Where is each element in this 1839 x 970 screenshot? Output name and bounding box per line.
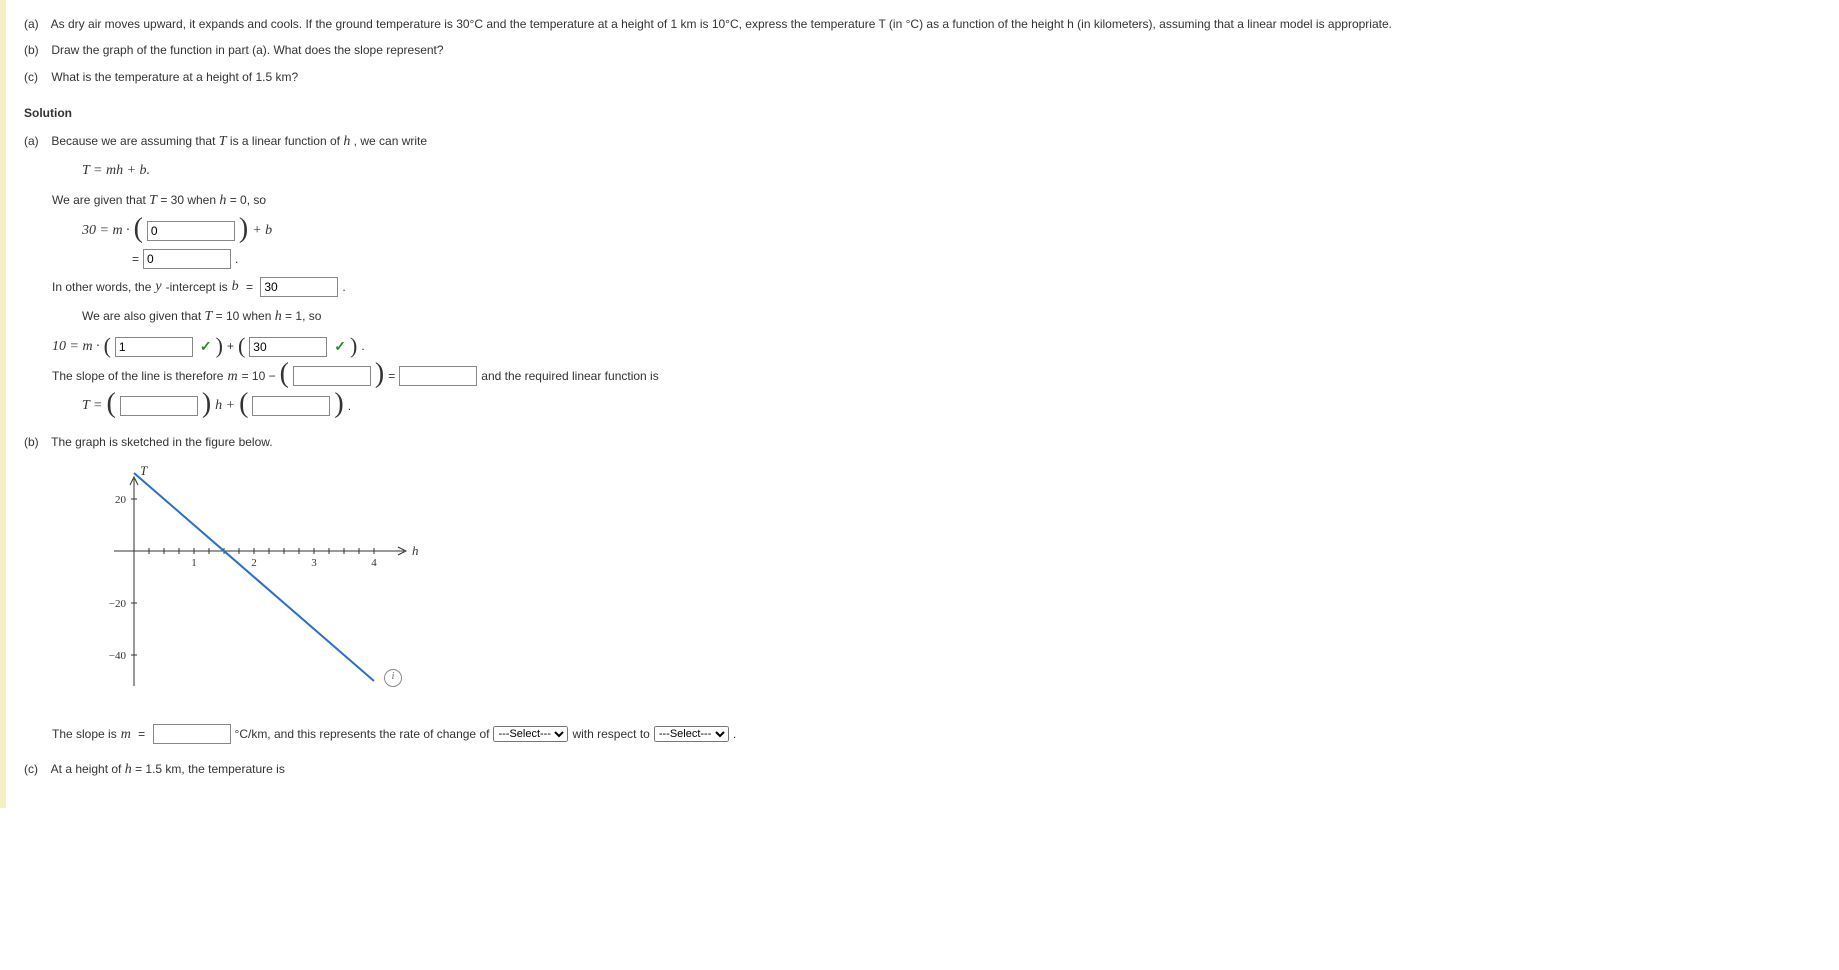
input-b-derived[interactable] xyxy=(143,249,231,269)
input-h1[interactable] xyxy=(115,337,193,357)
xtick-2: 2 xyxy=(251,557,257,569)
info-icon[interactable]: i xyxy=(384,669,402,687)
eq-line1-lhs: 30 = m · xyxy=(82,219,130,243)
part-label-c: (c) xyxy=(24,67,48,87)
input-final-b[interactable] xyxy=(252,396,330,416)
data-line xyxy=(134,473,374,681)
problem-b-text: Draw the graph of the function in part (… xyxy=(51,43,443,57)
graph-figure: T h 20 −20 −40 1 2 xyxy=(74,461,434,691)
input-m-sub[interactable] xyxy=(293,366,371,386)
problem-a: (a) As dry air moves upward, it expands … xyxy=(24,14,1829,34)
y-axis-label: T xyxy=(140,463,148,478)
eq-line3-end: . xyxy=(361,336,364,356)
xtick-1: 1 xyxy=(191,557,197,569)
eq-line3: 10 = m · ( ✓ ) + ( ✓ ) . xyxy=(52,335,1829,359)
eq-line1: 30 = m · ( ) + b xyxy=(82,219,1829,243)
ytick-20: 20 xyxy=(115,494,127,506)
part-label-a: (a) xyxy=(24,14,48,34)
eq-line2-lhs: = xyxy=(132,249,139,269)
part-label-b: (b) xyxy=(24,40,48,60)
select-rate-of[interactable]: ---Select--- xyxy=(493,726,568,742)
yintercept-line: In other words, the y -intercept is b = … xyxy=(52,275,1829,299)
input-slope-m[interactable] xyxy=(153,724,231,744)
solution-b-intro: (b) The graph is sketched in the figure … xyxy=(24,432,1829,452)
given1: We are given that T = 30 when h = 0, so xyxy=(52,189,1829,213)
solution-c: (c) At a height of h = 1.5 km, the tempe… xyxy=(24,758,1829,782)
ytick-neg20: −20 xyxy=(109,598,127,610)
input-b-value[interactable] xyxy=(260,277,338,297)
problem-c-text: What is the temperature at a height of 1… xyxy=(51,70,298,84)
given2: We are also given that T = 10 when h = 1… xyxy=(82,305,1829,329)
input-h0[interactable] xyxy=(147,221,235,241)
solution-heading: Solution xyxy=(24,106,72,120)
eq-model: T = mh + b. xyxy=(82,159,1829,183)
solution-a-intro: (a) Because we are assuming that T is a … xyxy=(24,130,1829,154)
problem-a-text: As dry air moves upward, it expands and … xyxy=(51,17,1392,31)
xtick-3: 3 xyxy=(311,557,317,569)
part-label-b2: (b) xyxy=(24,432,48,452)
final-eq: T = ( ) h + ( ) . xyxy=(82,394,1829,418)
slope-sentence: The slope is m = °C/km, and this represe… xyxy=(52,723,1829,747)
select-wrt[interactable]: ---Select--- xyxy=(654,726,729,742)
input-m-result[interactable] xyxy=(399,366,477,386)
part-label-c2: (c) xyxy=(24,759,48,779)
ytick-neg40: −40 xyxy=(109,650,127,662)
eq-line2-rhs: . xyxy=(235,249,238,269)
problem-b: (b) Draw the graph of the function in pa… xyxy=(24,40,1829,60)
slope-line: The slope of the line is therefore m = 1… xyxy=(52,365,1829,389)
xtick-4: 4 xyxy=(371,557,377,569)
check-icon: ✓ xyxy=(334,335,346,359)
eq-line2: = . xyxy=(132,249,1829,269)
x-axis-label: h xyxy=(412,543,419,558)
eq-line1-rhs: + b xyxy=(252,219,272,243)
part-label-a2: (a) xyxy=(24,131,48,151)
check-icon: ✓ xyxy=(200,335,212,359)
page-content: (a) As dry air moves upward, it expands … xyxy=(0,0,1839,808)
input-final-m[interactable] xyxy=(120,396,198,416)
input-b30[interactable] xyxy=(249,337,327,357)
eq-line3-plus: + xyxy=(227,336,234,356)
problem-c: (c) What is the temperature at a height … xyxy=(24,67,1829,87)
eq-line3-lhs: 10 = m · xyxy=(52,335,100,359)
